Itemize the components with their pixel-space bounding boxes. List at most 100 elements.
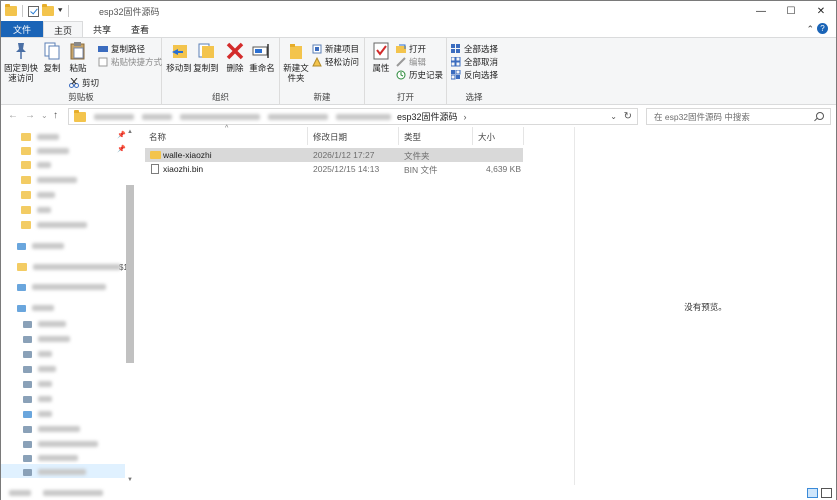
- nav-scrollbar-thumb[interactable]: [126, 185, 134, 363]
- recent-locations-button[interactable]: ⌄: [41, 111, 48, 120]
- nav-item[interactable]: [23, 452, 78, 464]
- tab-view[interactable]: 查看: [121, 21, 159, 38]
- new-folder-button[interactable]: 新建文件夹: [282, 41, 310, 83]
- nav-item[interactable]: [21, 219, 87, 231]
- nav-item[interactable]: [23, 408, 52, 420]
- breadcrumb-blurred[interactable]: [94, 113, 134, 120]
- up-button[interactable]: ↑: [53, 110, 58, 121]
- breadcrumb-blurred[interactable]: [180, 113, 260, 120]
- nav-item[interactable]: [23, 423, 80, 435]
- nav-item[interactable]: [23, 333, 70, 345]
- copy-to-button[interactable]: 复制到: [193, 41, 219, 73]
- breadcrumb-chevron-icon[interactable]: ›: [464, 112, 467, 122]
- qat-dropdown-icon[interactable]: ⯆: [57, 6, 63, 16]
- nav-item[interactable]: [21, 131, 59, 143]
- copy-path-button[interactable]: 复制路径: [98, 43, 145, 55]
- select-none-button[interactable]: 全部取消: [451, 56, 498, 68]
- nav-item[interactable]: [21, 204, 51, 216]
- cut-button[interactable]: 剪切: [69, 77, 99, 89]
- nav-item[interactable]: [17, 302, 54, 314]
- column-separator[interactable]: [523, 127, 524, 145]
- refresh-icon[interactable]: ↻: [624, 111, 632, 122]
- column-size[interactable]: 大小: [478, 131, 495, 143]
- nav-scroll-up-icon[interactable]: ▲: [127, 129, 133, 135]
- paste-icon: [70, 42, 85, 60]
- nav-item[interactable]: [17, 281, 106, 293]
- back-button[interactable]: ←: [8, 110, 18, 121]
- details-view-icon[interactable]: [807, 488, 818, 498]
- collapse-ribbon-icon[interactable]: ⌃: [806, 24, 814, 35]
- search-input[interactable]: 在 esp32固件源码 中搜索: [646, 108, 831, 125]
- column-separator[interactable]: [307, 127, 308, 145]
- open-button[interactable]: 打开: [396, 43, 426, 55]
- paste-shortcut-button[interactable]: 粘贴快捷方式: [98, 56, 162, 68]
- nav-item[interactable]: [23, 378, 52, 390]
- folder-icon: [17, 263, 27, 271]
- properties-button[interactable]: 属性: [369, 41, 393, 73]
- nav-item[interactable]: [17, 240, 64, 252]
- file-date: 2026/1/12 17:27: [313, 150, 375, 160]
- nav-scroll-down-icon[interactable]: ▼: [127, 477, 133, 483]
- address-bar[interactable]: esp32固件源码 › ⌄ ↻: [68, 108, 638, 125]
- column-separator[interactable]: [398, 127, 399, 145]
- paste-button[interactable]: 粘贴: [67, 41, 89, 73]
- easy-access-button[interactable]: 轻松访问: [312, 56, 359, 68]
- pin-quick-access-button[interactable]: 固定到快速访问: [4, 41, 38, 83]
- rename-button[interactable]: 重命名: [249, 41, 275, 73]
- nav-item[interactable]: $1.: [17, 261, 130, 273]
- column-type[interactable]: 类型: [404, 131, 421, 143]
- history-button[interactable]: 历史记录: [396, 69, 443, 81]
- breadcrumb-current[interactable]: esp32固件源码: [397, 110, 458, 123]
- file-row[interactable]: xiaozhi.bin 2025/12/15 14:13 BIN 文件 4,63…: [145, 162, 523, 176]
- nav-item[interactable]: [23, 466, 86, 478]
- nav-item-label: [38, 426, 80, 432]
- close-button[interactable]: ✕: [806, 1, 836, 22]
- large-icons-view-icon[interactable]: [821, 488, 832, 498]
- copy-path-icon: [98, 46, 108, 52]
- column-separator[interactable]: [472, 127, 473, 145]
- minimize-button[interactable]: —: [746, 1, 776, 22]
- select-none-icon: [451, 57, 461, 67]
- nav-item[interactable]: [23, 318, 66, 330]
- nav-item[interactable]: [23, 348, 52, 360]
- copy-button[interactable]: 复制: [41, 41, 63, 73]
- help-icon[interactable]: ?: [817, 23, 828, 34]
- easy-access-icon: [312, 57, 322, 67]
- nav-item[interactable]: [21, 159, 51, 171]
- nav-item[interactable]: [21, 145, 69, 157]
- group-select-label: 选择: [465, 92, 483, 102]
- tab-home[interactable]: 主页: [43, 21, 84, 38]
- file-type: BIN 文件: [404, 165, 438, 175]
- copy-path-label: 复制路径: [111, 44, 146, 54]
- paste-shortcut-label: 粘贴快捷方式: [111, 57, 163, 67]
- select-all-button[interactable]: 全部选择: [451, 43, 498, 55]
- column-date[interactable]: 修改日期: [313, 131, 347, 143]
- nav-item[interactable]: [21, 189, 55, 201]
- tab-file[interactable]: 文件: [1, 21, 44, 38]
- select-all-icon: [451, 44, 460, 53]
- nav-item-label: [32, 243, 64, 249]
- move-to-button[interactable]: 移动到: [166, 41, 192, 73]
- column-name[interactable]: 名称: [149, 131, 166, 143]
- maximize-button[interactable]: ☐: [776, 1, 806, 22]
- nav-item[interactable]: [23, 393, 52, 405]
- forward-button[interactable]: →: [25, 110, 35, 121]
- edit-button[interactable]: 编辑: [396, 56, 426, 68]
- folder-icon: [21, 161, 31, 169]
- nav-item[interactable]: [21, 174, 77, 186]
- nav-item[interactable]: [23, 363, 56, 375]
- properties-qat-icon[interactable]: [28, 5, 39, 17]
- tab-share[interactable]: 共享: [83, 21, 121, 38]
- file-name: walle-xiaozhi: [163, 150, 212, 160]
- invert-selection-button[interactable]: 反向选择: [451, 69, 498, 81]
- new-folder-qat-icon[interactable]: [42, 4, 54, 16]
- nav-item[interactable]: [23, 438, 98, 450]
- breadcrumb-blurred[interactable]: [268, 113, 328, 120]
- delete-button[interactable]: 删除: [224, 41, 246, 73]
- file-row[interactable]: walle-xiaozhi 2026/1/12 17:27 文件夹: [145, 148, 523, 162]
- nav-item-label: [37, 222, 87, 228]
- new-item-button[interactable]: 新建项目: [312, 43, 359, 55]
- breadcrumb-blurred[interactable]: [336, 113, 391, 120]
- address-dropdown-icon[interactable]: ⌄: [610, 112, 617, 121]
- breadcrumb-blurred[interactable]: [142, 113, 172, 120]
